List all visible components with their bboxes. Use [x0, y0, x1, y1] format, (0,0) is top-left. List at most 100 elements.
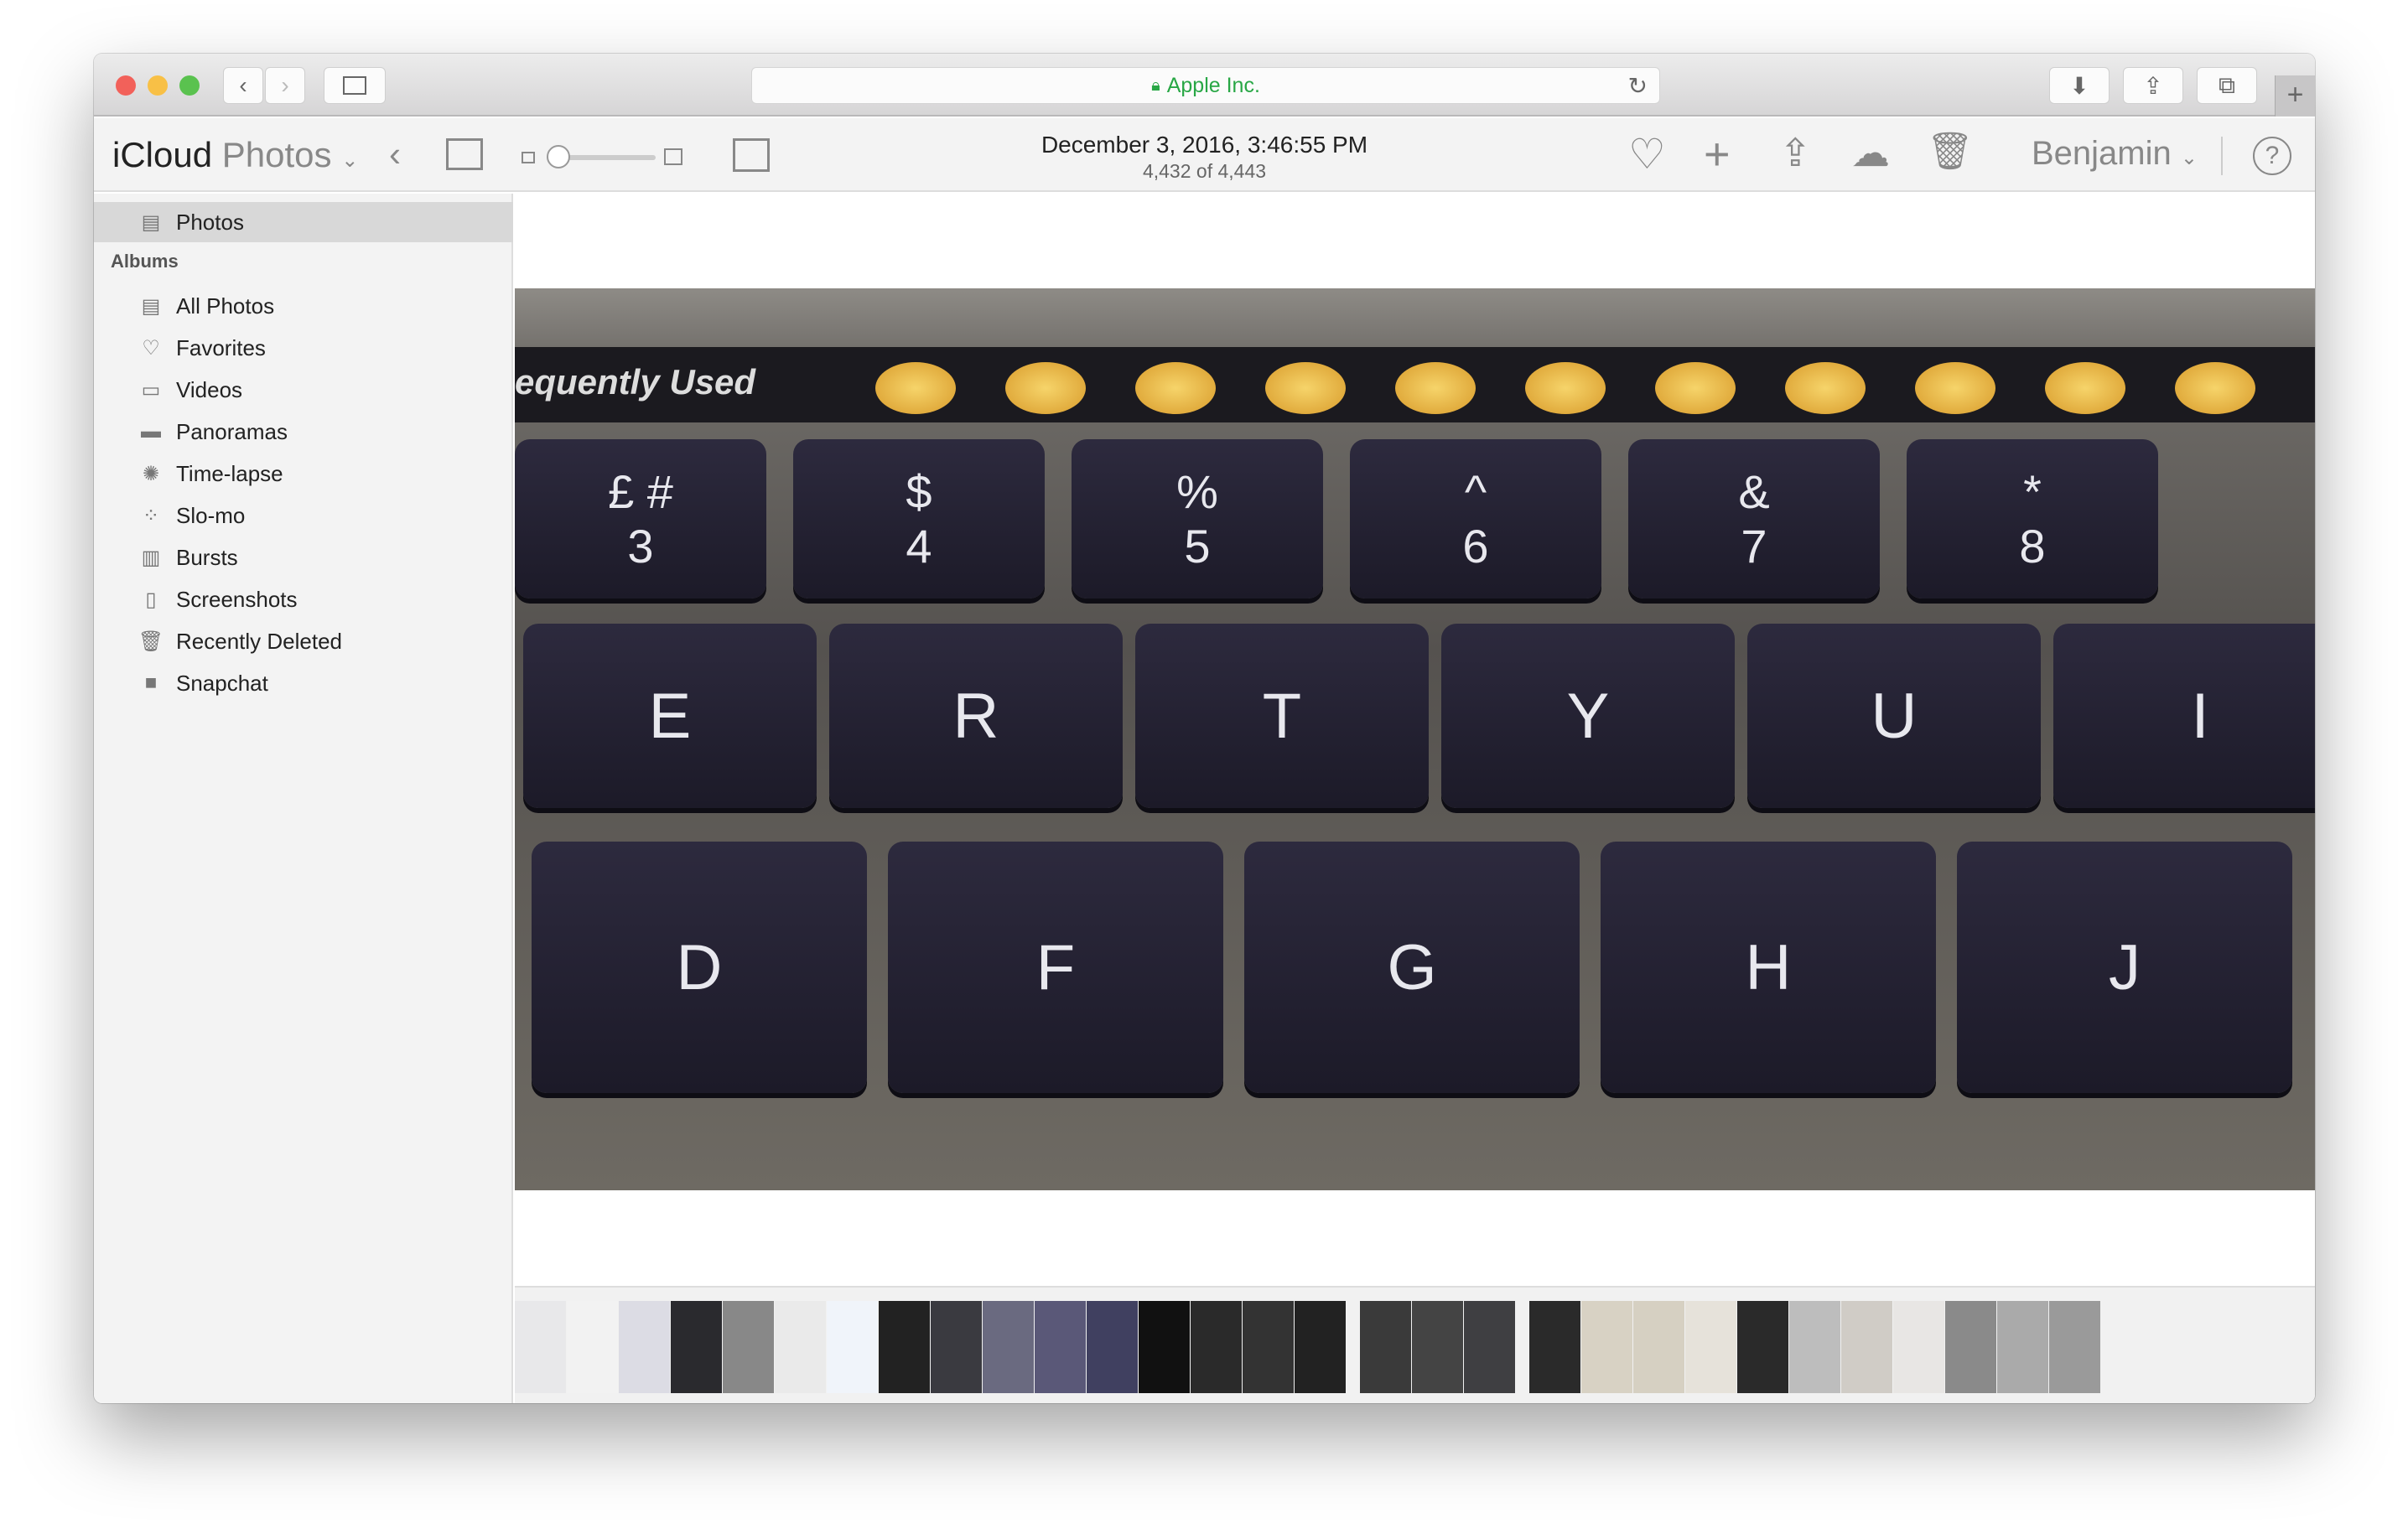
sidebar-item-panoramas[interactable]: ▬ Panoramas	[94, 412, 513, 452]
thumbnail[interactable]	[1581, 1301, 1632, 1393]
user-name: Benjamin	[2032, 135, 2172, 172]
emoji-key	[1655, 362, 1736, 414]
cloud-download-icon[interactable]: ☁	[1851, 133, 1890, 172]
minimize-button[interactable]	[148, 75, 168, 96]
plus-icon[interactable]: +	[1704, 132, 1731, 177]
thumbnail[interactable]	[671, 1301, 722, 1393]
address-bar[interactable]: 🔒︎ Apple Inc. ↻	[751, 67, 1660, 104]
sidebar-item-recently-deleted[interactable]: 🗑︎ Recently Deleted	[94, 621, 513, 661]
sidebar-item-label: Photos	[176, 209, 244, 235]
help-icon[interactable]: ?	[2253, 137, 2291, 175]
thumbnail[interactable]	[931, 1301, 982, 1393]
trash-icon: 🗑︎	[138, 630, 164, 653]
sidebar-item-screenshots[interactable]: ▯ Screenshots	[94, 579, 513, 619]
thumbnail[interactable]	[1789, 1301, 1840, 1393]
thumbnail[interactable]	[515, 1301, 566, 1393]
thumbnail[interactable]	[1841, 1301, 1892, 1393]
share-button[interactable]: ⇪	[2123, 67, 2183, 104]
screenshot-icon: ▯	[145, 588, 157, 611]
zoom-button[interactable]	[179, 75, 200, 96]
keyboard-key: ^ 6	[1350, 439, 1601, 598]
back-button[interactable]: ‹	[223, 67, 263, 104]
thumbnail[interactable]	[1035, 1301, 1086, 1393]
thumbnail[interactable]	[1412, 1301, 1463, 1393]
sidebar-item-label: Panoramas	[176, 418, 288, 444]
lock-icon: 🔒︎	[1151, 75, 1160, 95]
sidebar-item-label: Recently Deleted	[176, 628, 342, 654]
thumbnail[interactable]	[1893, 1301, 1944, 1393]
thumbnail[interactable]	[619, 1301, 670, 1393]
thumbnail[interactable]	[1529, 1301, 1580, 1393]
sidebar-item-snapchat[interactable]: ■ Snapchat	[94, 663, 513, 703]
forward-button[interactable]: ›	[265, 67, 305, 104]
thumbnail[interactable]	[1139, 1301, 1190, 1393]
sidebar-item-photos[interactable]: ▤ Photos	[94, 202, 513, 242]
sidebar-item-time-lapse[interactable]: ✺ Time-lapse	[94, 453, 513, 494]
photo-viewer: equently Used £ # 3 $ 4% 5 ^ 6 & 7 * 8 ERTYUI…	[515, 194, 2315, 1403]
thumbnail[interactable]	[983, 1301, 1034, 1393]
thumbnail-gap	[1347, 1301, 1360, 1393]
thumbnail[interactable]	[827, 1301, 878, 1393]
sidebar-item-label: Time-lapse	[176, 460, 283, 486]
photo[interactable]: equently Used £ # 3 $ 4% 5 ^ 6 & 7 * 8 ERTYUI…	[515, 288, 2315, 1190]
keyboard-key: G	[1244, 842, 1580, 1093]
tabs-button[interactable]: ⧉	[2197, 67, 2257, 104]
thumbnail[interactable]	[1464, 1301, 1515, 1393]
thumbnail[interactable]	[1191, 1301, 1242, 1393]
sidebar-icon	[343, 76, 366, 95]
heart-icon: ♡	[142, 336, 160, 360]
photos-icon: ▤	[141, 294, 161, 318]
heart-icon[interactable]: ♡	[1628, 133, 1666, 175]
browser-toolbar: ‹ › 🔒︎ Apple Inc. ↻ ⬇ ⇪ ⧉ +	[94, 54, 2315, 117]
panorama-icon: ▬	[141, 420, 161, 443]
keyboard-key: D	[532, 842, 867, 1093]
keyboard-key: Y	[1441, 624, 1735, 808]
thumbnail[interactable]	[2049, 1301, 2100, 1393]
thumbnail[interactable]	[1997, 1301, 2048, 1393]
thumbnail[interactable]	[1945, 1301, 1996, 1393]
url-label: Apple Inc.	[1166, 73, 1260, 97]
user-menu[interactable]: Benjamin ⌄	[2032, 135, 2198, 173]
reload-icon[interactable]: ↻	[1628, 72, 1648, 100]
chevron-right-icon: ›	[281, 72, 289, 98]
chevron-left-icon: ‹	[239, 72, 247, 98]
share-icon[interactable]: ⇪	[1779, 133, 1812, 172]
sidebar-item-label: Bursts	[176, 544, 238, 570]
thumbnail[interactable]	[1633, 1301, 1684, 1393]
emoji-key	[875, 362, 956, 414]
new-tab-button[interactable]: +	[2275, 75, 2315, 117]
emoji-key	[1915, 362, 1995, 414]
timelapse-icon: ✺	[142, 462, 160, 485]
sidebar-item-label: Videos	[176, 376, 243, 402]
thumbnail[interactable]	[1685, 1301, 1736, 1393]
thumbnail[interactable]	[567, 1301, 618, 1393]
tabs-icon: ⧉	[2219, 71, 2235, 98]
sidebar-item-label: Snapchat	[176, 670, 268, 696]
thumbnail[interactable]	[723, 1301, 774, 1393]
sidebar-item-all-photos[interactable]: ▤ All Photos	[94, 286, 513, 326]
sidebar-item-label: Screenshots	[176, 586, 298, 612]
thumbnail[interactable]	[1243, 1301, 1294, 1393]
thumbnail[interactable]	[1737, 1301, 1788, 1393]
trash-icon[interactable]: 🗑︎	[1927, 133, 1974, 170]
sidebar-item-bursts[interactable]: ▥ Bursts	[94, 537, 513, 578]
sidebar-toggle-button[interactable]	[324, 67, 386, 104]
thumbnail-gap	[1516, 1301, 1529, 1393]
keyboard-key: £ # 3	[515, 439, 766, 598]
thumbnail[interactable]	[879, 1301, 930, 1393]
keyboard-key: R	[829, 624, 1123, 808]
sidebar-item-label: Favorites	[176, 334, 266, 360]
sidebar-item-videos[interactable]: ▭ Videos	[94, 370, 513, 410]
emoji-key	[1395, 362, 1476, 414]
thumbnail[interactable]	[1295, 1301, 1346, 1393]
thumbnail[interactable]	[1087, 1301, 1138, 1393]
sidebar: ▤ Photos Albums ▤ All Photos ♡ Favorites ▭ Vid…	[94, 194, 513, 1403]
close-button[interactable]	[116, 75, 136, 96]
thumbnail[interactable]	[1360, 1301, 1411, 1393]
thumbnail[interactable]	[775, 1301, 826, 1393]
albums-heading: Albums	[111, 251, 179, 272]
sidebar-item-favorites[interactable]: ♡ Favorites	[94, 328, 513, 368]
emoji-key	[2045, 362, 2125, 414]
downloads-button[interactable]: ⬇	[2049, 67, 2110, 104]
sidebar-item-slo-mo[interactable]: ⁘ Slo-mo	[94, 495, 513, 536]
